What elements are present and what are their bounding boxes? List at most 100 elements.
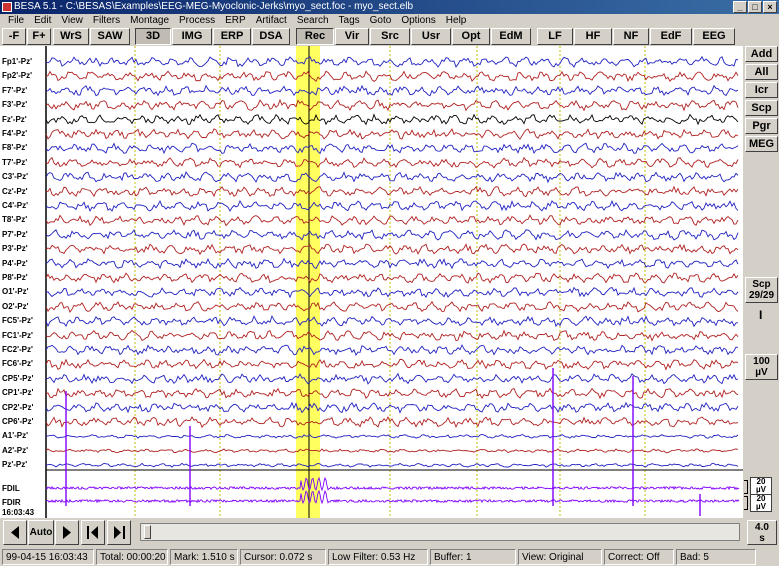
toolbar-button-nf[interactable]: NF [613, 28, 649, 45]
menu-file[interactable]: File [3, 14, 29, 28]
channel-label: O1'-Pz' [2, 287, 29, 297]
emg-scale-1[interactable]: 20 µV [750, 477, 772, 495]
auto-button[interactable]: Auto [28, 520, 54, 545]
eeg-trace [45, 329, 739, 342]
step-forward-button[interactable] [107, 520, 131, 545]
scale-button[interactable]: 100 µV [745, 354, 778, 380]
scp-count-label: Scp [752, 279, 771, 290]
menu-montage[interactable]: Montage [125, 14, 174, 28]
menu-search[interactable]: Search [292, 14, 334, 28]
status-buffer: Buffer: 1 [430, 549, 516, 565]
maximize-button[interactable]: □ [748, 1, 762, 13]
toolbar-button-3d[interactable]: 3D [135, 28, 171, 45]
eeg-traces[interactable] [0, 46, 743, 518]
all-button[interactable]: All [745, 64, 778, 80]
eeg-trace-area[interactable]: Fp1'-Pz' Fp2'-Pz' F7'-Pz' F3'-Pz' Fz'-Pz' F4'… [0, 46, 743, 518]
menu-filters[interactable]: Filters [88, 14, 125, 28]
scp-count-button[interactable]: Scp 29/29 [745, 277, 778, 303]
menu-process[interactable]: Process [174, 14, 220, 28]
emg-scale-2-unit: µV [756, 502, 766, 511]
toolbar-button-erp[interactable]: ERP [213, 28, 251, 45]
page-length-value: 4.0 [755, 522, 769, 533]
eeg-trace [45, 433, 739, 439]
close-button[interactable]: × [763, 1, 777, 13]
status-view: View: Original [518, 549, 602, 565]
toolbar-button-dsa[interactable]: DSA [252, 28, 290, 45]
time-scrollbar[interactable] [140, 523, 740, 541]
eeg-trace [45, 415, 739, 429]
status-correct: Correct: Off [604, 549, 674, 565]
right-panel: Add All Icr Scp Pgr MEG Scp 29/29 I 100 … [743, 46, 779, 518]
menu-erp[interactable]: ERP [220, 14, 251, 28]
menu-view[interactable]: View [56, 14, 88, 28]
channel-label: Fp1'-Pz' [2, 57, 33, 66]
scrollbar-thumb[interactable] [144, 525, 151, 539]
eeg-trace [45, 214, 739, 227]
channel-label: P3'-Pz' [2, 244, 28, 254]
status-bar: 99-04-15 16:03:43 Total: 00:00:20 Mark: … [0, 547, 779, 566]
channel-label: F4'-Pz' [2, 129, 28, 138]
emg-trace [45, 476, 740, 492]
menu-options[interactable]: Options [396, 14, 440, 28]
eeg-trace [45, 401, 739, 414]
toolbar-button-lf[interactable]: LF [537, 28, 573, 45]
channel-label: F8'-Pz' [2, 143, 28, 153]
prev-page-button[interactable] [3, 520, 27, 545]
window-controls: _ □ × [733, 1, 777, 13]
toolbar-button-img[interactable]: IMG [172, 28, 212, 45]
toolbar-button-hf[interactable]: HF [574, 28, 612, 45]
eeg-trace [45, 171, 739, 184]
channel-label: C4'-Pz' [2, 201, 29, 210]
pgr-button[interactable]: Pgr [745, 118, 778, 134]
eeg-trace [45, 272, 739, 284]
toolbar-button-edf[interactable]: EdF [650, 28, 692, 45]
toolbar-button-wrs[interactable]: WrS [53, 28, 89, 45]
step-back-button[interactable] [81, 520, 105, 545]
scale-value: 100 [753, 356, 770, 367]
status-datetime: 99-04-15 16:03:43 [2, 549, 94, 565]
channel-label: P7'-Pz' [2, 229, 28, 239]
channel-label: FC2'-Pz' [2, 345, 33, 354]
menu-goto[interactable]: Goto [365, 14, 397, 28]
channel-label: P8'-Pz' [2, 273, 28, 282]
channel-label: P4'-Pz' [2, 258, 28, 268]
toolbar-button-saw[interactable]: SAW [90, 28, 130, 45]
emg-scale-2[interactable]: 20 µV [750, 494, 772, 512]
eeg-trace [45, 199, 739, 213]
toolbar-button-usr[interactable]: Usr [411, 28, 451, 45]
channel-label: O2'-Pz' [2, 301, 29, 311]
menu-edit[interactable]: Edit [29, 14, 56, 28]
menu-artifact[interactable]: Artifact [251, 14, 292, 28]
emg-scale-bracket-icon-2 [744, 496, 748, 510]
status-total: Total: 00:00:20 [96, 549, 168, 565]
toolbar-button-edm[interactable]: EdM [491, 28, 531, 45]
time-label: 16:03:43 [2, 508, 35, 517]
toolbar-button-eeg[interactable]: EEG [693, 28, 735, 45]
channel-label: Fp2'-Pz' [2, 71, 33, 81]
menu-help[interactable]: Help [441, 14, 472, 28]
toolbar-button-rec[interactable]: Rec [296, 28, 334, 45]
meg-button[interactable]: MEG [745, 136, 778, 152]
toolbar-button-src[interactable]: Src [370, 28, 410, 45]
eeg-trace [45, 128, 739, 140]
channel-label: FC6'-Pz' [2, 359, 33, 369]
page-length-button[interactable]: 4.0 s [747, 520, 777, 545]
minimize-button[interactable]: _ [733, 1, 747, 13]
toolbar-button-vir[interactable]: Vir [335, 28, 369, 45]
emg-scale-bracket-icon [744, 480, 748, 494]
status-low-filter: Low Filter: 0.53 Hz [328, 549, 428, 565]
toolbar-button-f[interactable]: F+ [27, 28, 51, 45]
channel-label: T8'-Pz' [2, 215, 28, 225]
icr-button[interactable]: Icr [745, 82, 778, 98]
channel-label: CP5'-Pz' [2, 373, 34, 383]
emg-label-fdil: FDIL [2, 484, 20, 493]
eeg-trace [45, 257, 739, 270]
menu-tags[interactable]: Tags [334, 14, 365, 28]
next-page-button[interactable] [55, 520, 79, 545]
channel-label: A1'-Pz' [2, 431, 29, 441]
toolbar-button-f[interactable]: -F [2, 28, 26, 45]
app-icon[interactable] [2, 2, 12, 12]
scp-button[interactable]: Scp [745, 100, 778, 116]
toolbar-button-opt[interactable]: Opt [452, 28, 490, 45]
add-button[interactable]: Add [745, 46, 778, 62]
